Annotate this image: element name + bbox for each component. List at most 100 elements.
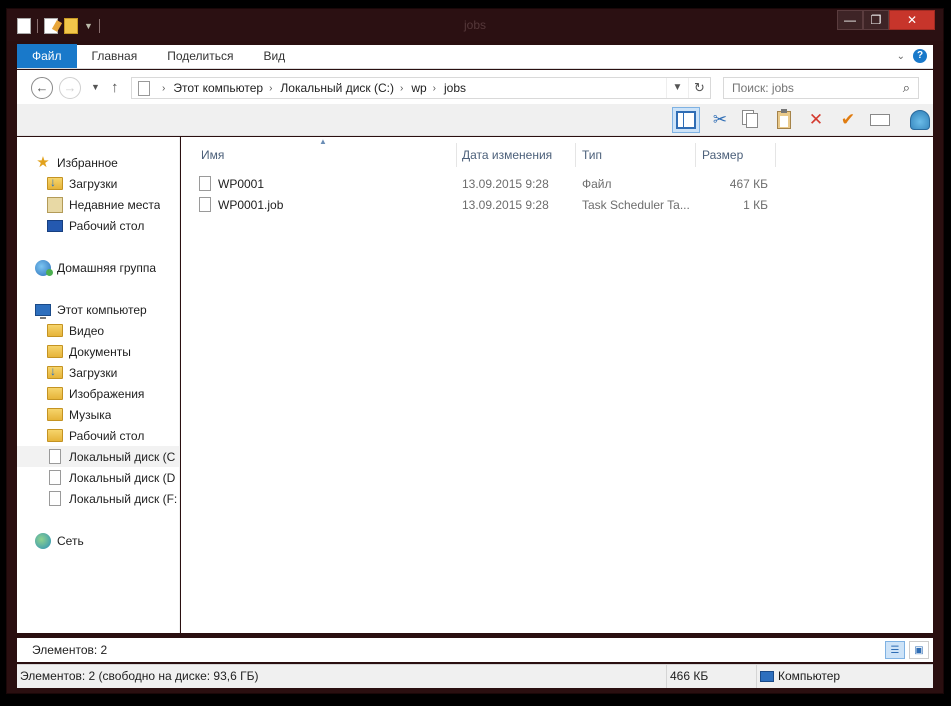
large-icons-view-button[interactable]: ▣	[909, 641, 929, 659]
nav-label: Документы	[69, 344, 131, 359]
nav-label: Этот компьютер	[57, 302, 147, 317]
column-header-type[interactable]: Тип	[576, 143, 696, 167]
address-dropdown-icon[interactable]: ▼	[666, 78, 688, 98]
nav-homegroup[interactable]: Домашняя группа	[35, 257, 156, 278]
cut-button[interactable]: ✂	[706, 107, 734, 133]
shell-icon	[910, 110, 930, 130]
breadcrumb-item[interactable]: jobs	[444, 81, 466, 95]
recent-places-icon	[47, 196, 63, 213]
computer-icon	[35, 303, 51, 319]
nav-pictures[interactable]: Изображения	[47, 383, 144, 404]
tab-file[interactable]: Файл	[17, 44, 77, 68]
nav-downloads[interactable]: Загрузки	[47, 173, 117, 194]
help-icon[interactable]: ?	[913, 49, 927, 63]
chevron-right-icon[interactable]: ›	[433, 83, 436, 94]
ribbon-extra: ⌄ ?	[897, 44, 933, 68]
computer-icon	[760, 671, 774, 683]
status-size: 466 КБ	[667, 665, 757, 688]
maximize-button[interactable]: ❐	[863, 10, 889, 30]
up-button[interactable]: ↑	[111, 79, 119, 96]
window-title: jobs	[463, 18, 486, 32]
details-view-icon: ☰	[890, 644, 900, 656]
chevron-right-icon[interactable]: ›	[400, 83, 403, 94]
nav-recent-places[interactable]: Недавние места	[47, 194, 160, 215]
up-icon: ↑	[111, 79, 119, 96]
window-controls: — ❐ ✕	[837, 10, 935, 30]
column-header-name[interactable]: Имя	[195, 143, 457, 167]
nav-label: Изображения	[69, 386, 145, 401]
nav-network[interactable]: Сеть	[35, 530, 84, 551]
ribbon-tabs: Файл Главная Поделиться Вид ⌄ ?	[17, 44, 933, 69]
rename-button[interactable]	[866, 107, 894, 133]
preview-pane-button[interactable]	[672, 107, 700, 133]
tab-home[interactable]: Главная	[77, 44, 153, 68]
nav-drive-f[interactable]: Локальный диск (F:	[47, 488, 179, 509]
star-icon: ★	[36, 153, 50, 171]
rename-icon	[870, 114, 890, 126]
title-bar: ▼ jobs — ❐ ✕	[7, 9, 943, 41]
nav-label: Избранное	[57, 155, 118, 170]
nav-label: Локальный диск (F:	[69, 491, 178, 506]
view-switcher: ☰ ▣	[885, 641, 929, 659]
tab-share[interactable]: Поделиться	[152, 44, 248, 68]
documents-folder-icon	[47, 345, 63, 358]
search-box[interactable]: ⌕	[723, 77, 919, 99]
address-row: ← → ▼ ↑ › Этот компьютер › Локальный дис…	[17, 70, 933, 104]
delete-button[interactable]: ✕	[802, 107, 830, 133]
item-count-bar: Элементов: 2 ☰ ▣	[17, 638, 933, 662]
videos-folder-icon	[47, 324, 63, 337]
file-type: Файл	[582, 177, 612, 191]
nav-drive-c[interactable]: Локальный диск (C	[17, 446, 179, 467]
back-button[interactable]: ←	[31, 77, 53, 99]
nav-documents[interactable]: Документы	[47, 341, 131, 362]
breadcrumb-item[interactable]: wp	[411, 81, 426, 95]
address-bar[interactable]: › Этот компьютер › Локальный диск (C:) ›…	[131, 77, 711, 99]
drive-icon	[49, 449, 61, 464]
status-detail: Элементов: 2 (свободно на диске: 93,6 ГБ…	[17, 665, 667, 688]
navigation-pane: ★ Избранное Загрузки Недавние места Рабоч…	[17, 137, 180, 633]
network-icon	[35, 532, 51, 549]
nav-pc-downloads[interactable]: Загрузки	[47, 362, 117, 383]
nav-this-pc[interactable]: Этот компьютер	[35, 299, 147, 320]
nav-drive-d[interactable]: Локальный диск (D	[47, 467, 179, 488]
nav-label: Загрузки	[69, 365, 118, 380]
drive-icon	[49, 470, 61, 485]
search-icon[interactable]: ⌕	[903, 80, 910, 96]
expand-ribbon-icon[interactable]: ⌄	[897, 51, 905, 62]
copy-button[interactable]	[738, 107, 766, 133]
location-icon	[138, 80, 150, 96]
status-location: Компьютер	[757, 665, 933, 688]
address-tail: ▼ ↻	[666, 78, 710, 98]
chevron-right-icon[interactable]: ›	[269, 83, 272, 94]
copy-icon	[746, 112, 758, 128]
nav-label: Локальный диск (D	[69, 470, 176, 485]
search-input[interactable]	[732, 81, 903, 95]
column-header-date[interactable]: Дата изменения	[456, 143, 576, 167]
nav-videos[interactable]: Видео	[47, 320, 104, 341]
forward-button[interactable]: →	[59, 77, 81, 99]
file-name: WP0001.job	[218, 197, 284, 212]
breadcrumb-item[interactable]: Этот компьютер	[173, 81, 263, 95]
breadcrumb-item[interactable]: Локальный диск (C:)	[280, 81, 394, 95]
tab-view[interactable]: Вид	[248, 44, 300, 68]
refresh-icon[interactable]: ↻	[688, 78, 710, 98]
nav-label: Домашняя группа	[57, 260, 157, 275]
details-view-button[interactable]: ☰	[885, 641, 905, 659]
status-location-label: Компьютер	[778, 669, 841, 683]
file-type: Task Scheduler Ta...	[582, 198, 690, 212]
nav-pc-desktop[interactable]: Рабочий стол	[47, 425, 144, 446]
recent-locations-button[interactable]: ▼	[91, 82, 100, 92]
shell-button[interactable]	[906, 107, 934, 133]
paste-button[interactable]	[770, 107, 798, 133]
chevron-right-icon[interactable]: ›	[162, 83, 165, 94]
minimize-button[interactable]: —	[837, 10, 863, 30]
properties-button[interactable]: ✔	[834, 107, 862, 133]
column-header-size[interactable]: Размер	[696, 143, 776, 167]
file-date: 13.09.2015 9:28	[462, 198, 549, 212]
close-button[interactable]: ✕	[889, 10, 935, 30]
nav-desktop[interactable]: Рабочий стол	[47, 215, 144, 236]
forward-icon: →	[63, 80, 77, 95]
nav-music[interactable]: Музыка	[47, 404, 111, 425]
nav-favorites[interactable]: ★ Избранное	[35, 152, 118, 173]
nav-label: Недавние места	[69, 197, 161, 212]
